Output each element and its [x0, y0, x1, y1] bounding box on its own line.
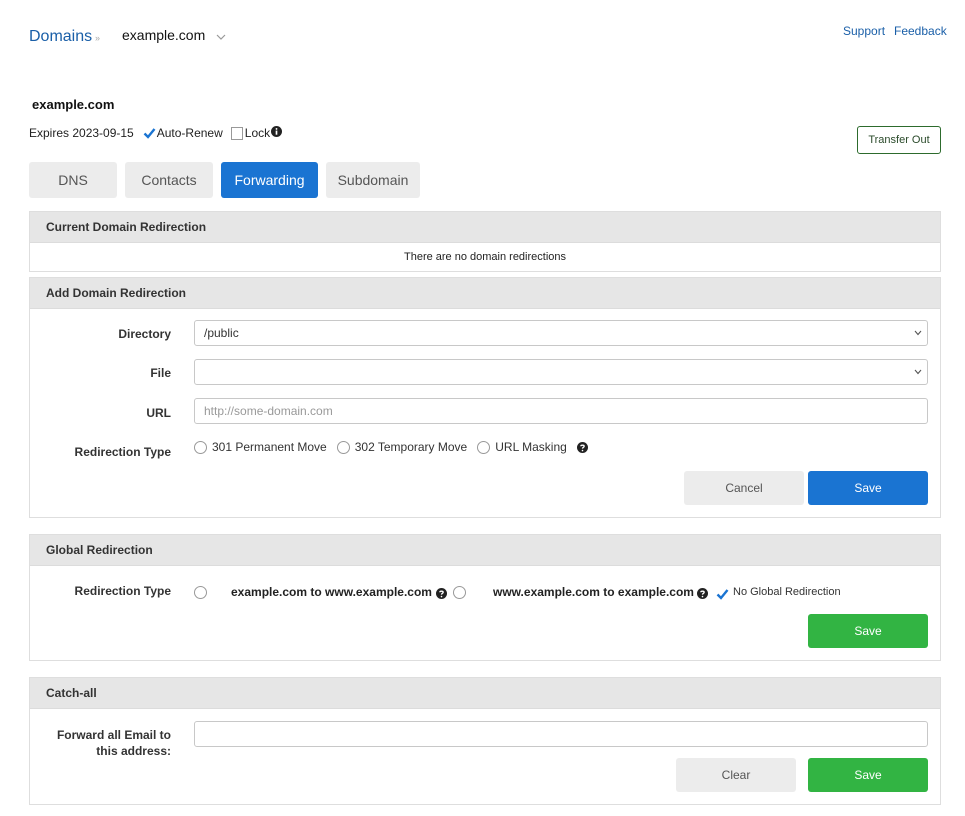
radio-from-www-label[interactable]: www.example.com to example.com — [493, 585, 694, 599]
tab-contacts[interactable]: Contacts — [125, 162, 213, 198]
clear-button[interactable]: Clear — [676, 758, 796, 792]
global-redirection-panel: Global Redirection Redirection Type exam… — [29, 534, 941, 661]
cancel-button[interactable]: Cancel — [684, 471, 804, 505]
add-redirection-panel: Add Domain Redirection Directory /public… — [29, 277, 941, 518]
chevron-down-icon — [914, 330, 922, 336]
radio-301[interactable] — [194, 440, 207, 454]
redirection-type-group: 301 Permanent Move 302 Temporary Move UR… — [194, 440, 588, 454]
radio-to-www[interactable] — [194, 586, 207, 599]
info-icon[interactable] — [271, 125, 283, 137]
save-redirection-button[interactable]: Save — [808, 471, 928, 505]
help-icon[interactable] — [436, 588, 447, 599]
radio-url-masking-label[interactable]: URL Masking — [495, 440, 567, 454]
radio-302-label[interactable]: 302 Temporary Move — [355, 440, 468, 454]
radio-from-www[interactable] — [453, 586, 466, 599]
panel-title: Catch-all — [30, 678, 940, 709]
expires-text: Expires 2023-09-15 — [29, 126, 134, 140]
radio-302[interactable] — [336, 440, 350, 454]
current-redirection-panel: Current Domain Redirection There are no … — [29, 211, 941, 272]
checkmark-icon[interactable] — [143, 127, 156, 139]
auto-renew-label[interactable]: Auto-Renew — [157, 126, 223, 140]
file-label: File — [150, 366, 171, 380]
radio-url-masking[interactable] — [477, 440, 491, 454]
domain-title: example.com — [32, 97, 115, 112]
chevron-down-icon[interactable] — [214, 30, 228, 44]
save-global-button[interactable]: Save — [808, 614, 928, 648]
chevron-down-icon — [914, 369, 922, 375]
radio-to-www-label[interactable]: example.com to www.example.com — [231, 585, 432, 599]
radio-301-label[interactable]: 301 Permanent Move — [212, 440, 327, 454]
transfer-out-button[interactable]: Transfer Out — [857, 126, 941, 154]
directory-value: /public — [204, 326, 239, 340]
catch-all-email-input[interactable] — [194, 721, 928, 747]
empty-message: There are no domain redirections — [403, 251, 567, 263]
catch-all-panel: Catch-all Forward all Email to this addr… — [29, 677, 941, 805]
domain-selector-value[interactable]: example.com — [122, 27, 205, 43]
tab-subdomain[interactable]: Subdomain — [326, 162, 420, 198]
directory-label: Directory — [118, 327, 171, 341]
tab-forwarding[interactable]: Forwarding — [221, 162, 318, 198]
file-select[interactable] — [194, 359, 928, 385]
forward-email-label: Forward all Email to this address: — [30, 727, 171, 759]
tab-dns[interactable]: DNS — [29, 162, 117, 198]
lock-checkbox[interactable] — [230, 126, 243, 140]
forward-email-label-line1: Forward all Email to — [56, 728, 171, 742]
panel-title: Global Redirection — [30, 535, 940, 566]
checkmark-icon[interactable] — [716, 588, 729, 600]
panel-title: Current Domain Redirection — [30, 212, 940, 243]
feedback-link[interactable]: Feedback — [894, 24, 947, 38]
global-type-label: Redirection Type — [74, 584, 171, 598]
domain-meta-row: Expires 2023-09-15 Auto-Renew Lock — [29, 125, 283, 140]
url-label: URL — [146, 406, 171, 420]
directory-select[interactable]: /public — [194, 320, 928, 346]
lock-label[interactable]: Lock — [245, 126, 270, 140]
redirection-type-label: Redirection Type — [74, 445, 171, 459]
panel-title: Add Domain Redirection — [30, 278, 940, 309]
save-catch-all-button[interactable]: Save — [808, 758, 928, 792]
support-link[interactable]: Support — [843, 24, 885, 38]
breadcrumb-domains-link[interactable]: Domains — [29, 28, 92, 46]
help-icon[interactable] — [697, 588, 708, 599]
no-global-redirection-label[interactable]: No Global Redirection — [733, 586, 841, 598]
url-placeholder: http://some-domain.com — [204, 404, 333, 418]
url-input[interactable]: http://some-domain.com — [194, 398, 928, 424]
forward-email-label-line2: this address: — [96, 744, 171, 758]
breadcrumb-separator: » — [95, 33, 101, 43]
help-icon[interactable] — [576, 441, 588, 453]
